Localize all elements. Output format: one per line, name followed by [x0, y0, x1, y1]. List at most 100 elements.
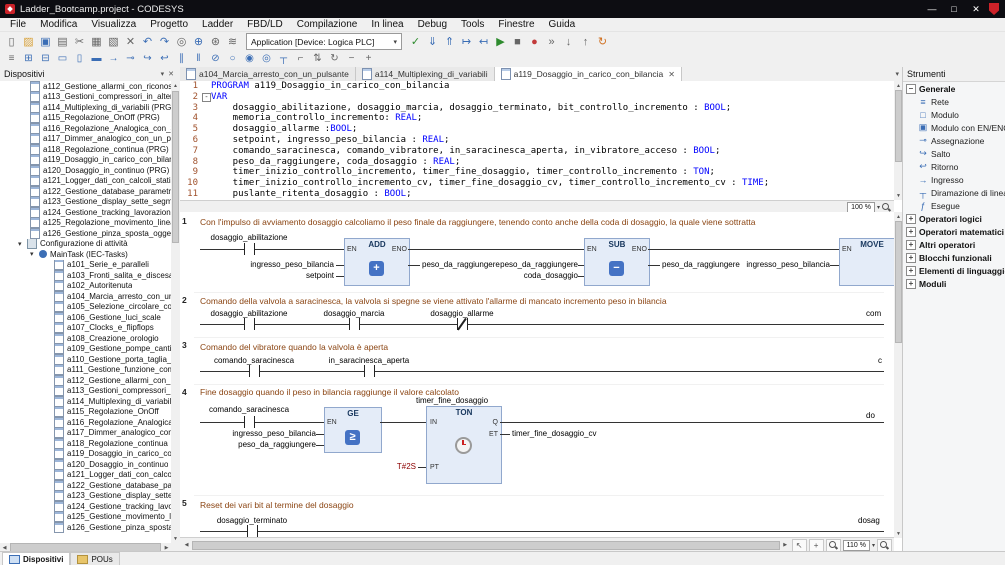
tool-esegue[interactable]: ƒ Esegue — [903, 199, 1005, 212]
tool-ritorno[interactable]: ↩ Ritorno — [903, 160, 1005, 173]
insert-parallel-contact-icon[interactable]: ‖ — [190, 51, 207, 66]
panel-tab-pous[interactable]: POUs — [70, 552, 120, 565]
negated-contact[interactable] — [456, 317, 468, 331]
add-block[interactable]: ADD EN ENO + — [344, 238, 410, 286]
sub-block[interactable]: SUB EN ENO − — [584, 238, 650, 286]
navigator-icon[interactable]: ≡ — [3, 51, 20, 66]
operand-label[interactable]: ingresso_peso_bilancia — [200, 429, 316, 438]
save-project-icon[interactable]: ▣ — [37, 34, 54, 49]
device-tree-pou-item[interactable]: a115_Regolazione_OnOff (PRG) — [0, 112, 171, 123]
category-operatori-logici[interactable]: Operatori logici — [903, 212, 1005, 225]
category-moduli[interactable]: Moduli — [903, 277, 1005, 290]
device-tree-maintask[interactable]: ▾ MainTask (IEC-Tasks) — [0, 249, 171, 260]
tab-a119-dosaggio[interactable]: a119_Dosaggio_in_carico_con_bilancia ✕ — [494, 67, 682, 81]
chevron-down-icon[interactable]: ▾ — [877, 204, 880, 211]
tool-assegnazione[interactable]: ⊸ Assegnazione — [903, 134, 1005, 147]
category-blocchi-funzionali[interactable]: Blocchi funzionali — [903, 251, 1005, 264]
upload-icon[interactable]: ⇑ — [441, 34, 458, 49]
edge-detection-icon[interactable]: ⇅ — [309, 51, 326, 66]
code-line[interactable]: dosaggio_abilitazione, dosaggio_marcia, … — [211, 103, 732, 114]
expand-icon[interactable] — [906, 239, 916, 250]
category-generale[interactable]: Generale — [903, 82, 1005, 95]
code-line[interactable]: dosaggio_allarme :BOOL; — [211, 124, 358, 135]
device-tree-task-call-item[interactable]: a123_Gestione_display_sette_se — [0, 490, 171, 501]
logout-icon[interactable]: ↤ — [475, 34, 492, 49]
operand-label[interactable]: setpoint — [220, 271, 334, 280]
device-tree-task-call-item[interactable]: a108_Creazione_orologio — [0, 333, 171, 344]
device-tree-task-call-item[interactable]: a112_Gestione_allarmi_con_ricor — [0, 375, 171, 386]
st-line[interactable]: 6 setpoint, ingresso_peso_bilancia : REA… — [182, 135, 894, 146]
network-4[interactable]: 4 Fine dosaggio quando il peso in bilanc… — [182, 385, 884, 496]
st-zoom-level[interactable]: 100 % — [847, 201, 875, 213]
panel-close-icon[interactable]: ✕ — [166, 70, 176, 78]
operand-label[interactable]: ingresso_peso_bilancia — [220, 260, 334, 269]
reset-icon[interactable]: ↻ — [594, 34, 611, 49]
time-literal[interactable]: T#2S — [374, 462, 416, 471]
device-tree-pou-item[interactable]: a123_Gestione_display_sette_segmenti ( — [0, 196, 171, 207]
menu-item[interactable]: In linea — [364, 18, 410, 31]
tool-modulo[interactable]: □ Modulo — [903, 108, 1005, 121]
device-tree-pou-item[interactable]: a112_Gestione_allarmi_con_riconoscim — [0, 81, 171, 92]
network-comment[interactable]: Con l'impulso di avviamento dosaggio cal… — [200, 217, 755, 227]
device-tree-task-configuration[interactable]: ▾ Configurazione di attività — [0, 238, 171, 249]
expand-icon[interactable] — [906, 213, 916, 224]
scroll-up-icon[interactable]: ▲ — [171, 81, 180, 90]
device-tree-task-call-item[interactable]: a109_Gestione_pompe_cantina — [0, 343, 171, 354]
print-icon[interactable]: ▤ — [54, 34, 71, 49]
new-project-icon[interactable]: ▯ — [3, 34, 20, 49]
undo-icon[interactable]: ↶ — [139, 34, 156, 49]
code-line[interactable]: peso_da_raggiungere, coda_dosaggio : REA… — [211, 157, 461, 168]
expander-open-icon[interactable]: ▾ — [18, 240, 27, 248]
device-tree-task-call-item[interactable]: a121_Logger_dati_con_calcoli_st — [0, 469, 171, 480]
network-5[interactable]: 5 Reset dei vari bit al termine del dosa… — [182, 496, 884, 538]
ladder-zoom-level[interactable]: 110 % — [842, 539, 870, 551]
scrollbar-thumb[interactable] — [172, 91, 179, 243]
scroll-left-icon[interactable]: ◀ — [182, 541, 191, 550]
delete-icon[interactable]: ✕ — [122, 34, 139, 49]
menu-item[interactable]: Debug — [411, 18, 454, 31]
stop-icon[interactable]: ■ — [509, 34, 526, 49]
build-ok-icon[interactable]: ✓ — [407, 34, 424, 49]
device-tree-task-call-item[interactable]: a104_Marcia_arresto_con_un_pu — [0, 291, 171, 302]
magnifier-icon[interactable] — [882, 202, 891, 212]
step-over-icon[interactable]: » — [543, 34, 560, 49]
device-tree-task-call-item[interactable]: a102_Autoritenuta — [0, 280, 171, 291]
panel-menu-icon[interactable]: ▾ — [159, 70, 167, 78]
device-tree-pou-item[interactable]: a121_Logger_dati_con_calcoli_statistici … — [0, 175, 171, 186]
device-tree-task-call-item[interactable]: a113_Gestioni_compressori_in_al — [0, 385, 171, 396]
device-tree-pou-item[interactable]: a126_Gestione_pinza_sposta_oggetti (PF — [0, 228, 171, 239]
tab-a104-marcia-arresto[interactable]: a104_Marcia_arresto_con_un_pulsante — [180, 67, 356, 81]
menu-item[interactable]: FBD/LD — [240, 18, 290, 31]
menu-item[interactable]: File — [3, 18, 33, 31]
application-combo[interactable]: Application [Device: Logica PLC] ▾ — [246, 33, 402, 50]
device-tree-task-call-item[interactable]: a115_Regolazione_OnOff — [0, 406, 171, 417]
minimize-button[interactable]: — — [921, 0, 943, 18]
insert-coil-icon[interactable]: ○ — [224, 51, 241, 66]
menu-item[interactable]: Tools — [454, 18, 491, 31]
insert-empty-box-icon[interactable]: ▯ — [71, 51, 88, 66]
contact-label[interactable]: in_saracinesca_aperta — [319, 356, 419, 365]
tool-modulo-en-enq[interactable]: ▣ Modulo con EN/ENQ — [903, 121, 1005, 134]
move-block[interactable]: MOVE EN — [839, 238, 894, 286]
device-tree-pou-item[interactable]: a119_Dosaggio_in_carico_con_bilancia (P — [0, 154, 171, 165]
device-tree-task-call-item[interactable]: a125_Gestione_movimento_linea — [0, 511, 171, 522]
menu-item[interactable]: Ladder — [195, 18, 240, 31]
st-line[interactable]: 10 timer_inizio_controllo_incremento_cv,… — [182, 178, 894, 189]
st-line[interactable]: 5 dosaggio_allarme :BOOL; — [182, 124, 894, 135]
device-tree-pou-item[interactable]: a117_Dimmer_analogico_con_un_pulsant — [0, 133, 171, 144]
device-tree-pou-item[interactable]: a122_Gestione_database_parametri (PR — [0, 186, 171, 197]
copy-icon[interactable]: ▦ — [88, 34, 105, 49]
st-line[interactable]: 1 PROGRAM a119_Dosaggio_in_carico_con_bil… — [182, 81, 894, 92]
tab-a114-multiplexing[interactable]: a114_Multiplexing_di_variabili — [355, 67, 495, 81]
device-tree-task-call-item[interactable]: a119_Dosaggio_in_carico_con_b — [0, 448, 171, 459]
pan-tool-icon[interactable]: + — [808, 538, 824, 552]
scrollbar-thumb[interactable] — [895, 221, 902, 343]
expand-icon[interactable] — [906, 226, 916, 237]
ladder-horizontal-scrollbar[interactable]: ◀ ▶ — [182, 540, 790, 550]
device-tree-task-call-item[interactable]: a117_Dimmer_analogico_con_un — [0, 427, 171, 438]
network-comment[interactable]: Reset dei vari bit al termine del dosagg… — [200, 500, 354, 510]
st-line[interactable]: 9 timer_inizio_controllo_incremento, tim… — [182, 167, 894, 178]
code-line[interactable]: timer_inizio_controllo_incremento, timer… — [211, 167, 715, 178]
close-button[interactable]: ✕ — [965, 0, 987, 18]
st-line[interactable]: 3 dosaggio_abilitazione, dosaggio_marcia… — [182, 103, 894, 114]
